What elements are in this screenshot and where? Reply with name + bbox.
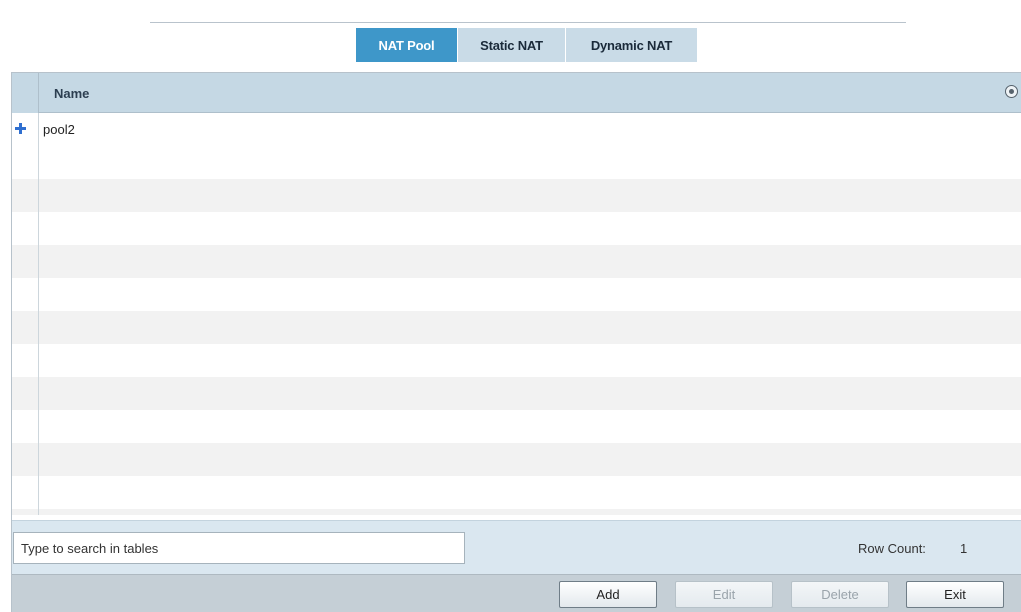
empty-row (12, 443, 1021, 476)
add-button[interactable]: Add (559, 581, 657, 608)
empty-row (12, 212, 1021, 245)
empty-row (12, 311, 1021, 344)
table-row[interactable]: pool2 (12, 113, 1021, 146)
pool-name-cell: pool2 (43, 122, 75, 137)
tab-nat-pool[interactable]: NAT Pool (356, 28, 458, 62)
row-count-value: 1 (960, 541, 968, 556)
circle-down-icon (1009, 89, 1014, 94)
edit-button[interactable]: Edit (675, 581, 773, 608)
column-header-name[interactable]: Name (54, 86, 89, 101)
table-header: Name (12, 73, 1021, 113)
exit-button[interactable]: Exit (906, 581, 1004, 608)
table-footer: Row Count: 1 (12, 520, 1021, 574)
tab-static-nat[interactable]: Static NAT (458, 28, 566, 62)
empty-row (12, 179, 1021, 212)
empty-row (12, 410, 1021, 443)
table-body: pool2 (12, 113, 1021, 515)
empty-row (12, 377, 1021, 410)
nat-tabs: NAT Pool Static NAT Dynamic NAT (356, 28, 698, 62)
header-gutter (12, 73, 39, 113)
table-search-input[interactable] (13, 532, 465, 564)
empty-row (12, 509, 1021, 515)
row-gutter (12, 113, 39, 146)
empty-row (12, 278, 1021, 311)
tab-dynamic-nat[interactable]: Dynamic NAT (566, 28, 698, 62)
empty-row (12, 476, 1021, 509)
top-divider (150, 22, 906, 23)
empty-row (12, 245, 1021, 278)
action-button-bar: Add Edit Delete Exit (12, 574, 1021, 612)
empty-row (12, 146, 1021, 179)
row-count-label: Row Count: (858, 541, 926, 556)
column-menu-icon[interactable] (1005, 85, 1018, 98)
delete-button[interactable]: Delete (791, 581, 889, 608)
nat-pool-table-panel: Name pool2 Row Count: 1 Add Edit Delete … (11, 72, 1021, 612)
empty-row (12, 344, 1021, 377)
plus-icon[interactable] (15, 123, 26, 134)
